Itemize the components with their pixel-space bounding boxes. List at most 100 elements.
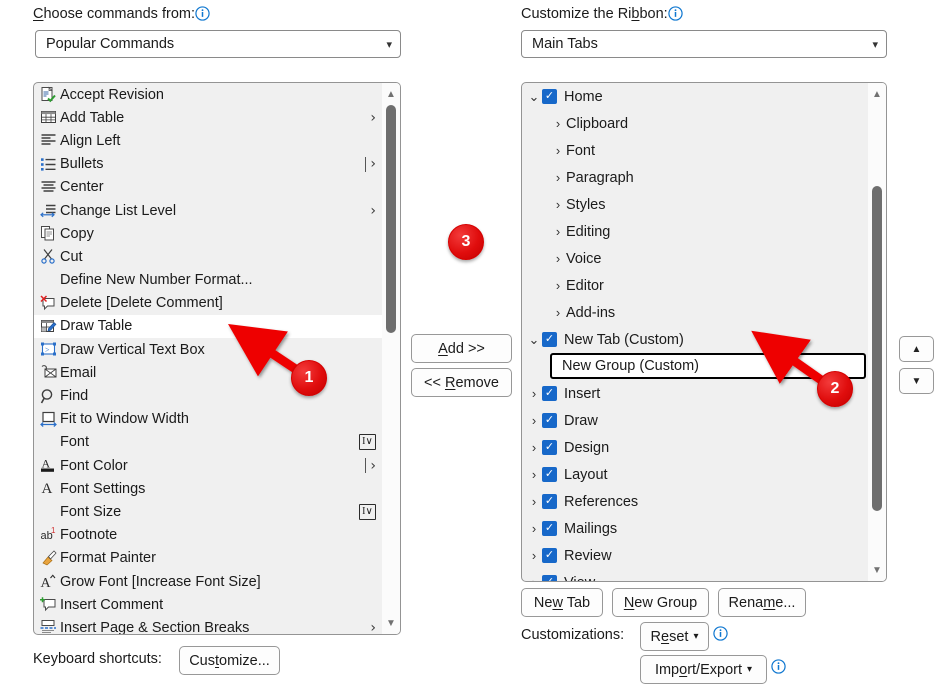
ribbon-group-row[interactable]: ›Font [522, 137, 868, 164]
chevron-down-icon[interactable]: ⌄ [526, 332, 542, 348]
scroll-up-icon[interactable]: ▲ [868, 85, 886, 103]
chevron-down-icon[interactable]: ⌄ [526, 89, 542, 105]
command-list-item[interactable]: Change List Level› [34, 199, 382, 222]
keyboard-customize-button[interactable]: Customize... [179, 646, 280, 675]
command-list-item[interactable]: ab1Footnote [34, 524, 382, 547]
ribbon-tab-checkbox[interactable]: ✓ [542, 521, 557, 536]
ribbon-tab-row[interactable]: ›✓Mailings [522, 515, 868, 542]
ribbon-group-row[interactable]: ›Paragraph [522, 164, 868, 191]
command-list-item[interactable]: Define New Number Format... [34, 269, 382, 292]
choose-commands-from-dropdown[interactable]: Popular Commands ▾ [35, 30, 401, 58]
chevron-right-icon[interactable]: › [526, 494, 542, 509]
info-icon[interactable] [668, 6, 683, 21]
ribbon-tab-checkbox[interactable]: ✓ [542, 467, 557, 482]
chevron-right-icon[interactable]: › [550, 143, 566, 158]
chevron-right-icon[interactable]: › [550, 170, 566, 185]
new-group-button[interactable]: New Group [612, 588, 709, 617]
chevron-right-icon[interactable]: › [550, 251, 566, 266]
commands-list[interactable]: Accept RevisionAdd Table›Align LeftBulle… [34, 83, 382, 634]
chevron-right-icon[interactable]: › [526, 467, 542, 482]
commands-list-scrollbar[interactable]: ▲ ▼ [382, 83, 400, 634]
chevron-right-icon[interactable]: › [526, 413, 542, 428]
command-list-item[interactable]: Center [34, 176, 382, 199]
ribbon-tab-row[interactable]: ›✓View [522, 569, 868, 581]
add-button[interactable]: Add >> [411, 334, 512, 363]
command-list-item[interactable]: Accept Revision [34, 83, 382, 106]
move-down-button[interactable]: ▼ [899, 368, 934, 394]
chevron-right-icon[interactable]: › [526, 386, 542, 401]
ribbon-tree[interactable]: ⌄✓Home›Clipboard›Font›Paragraph›Styles›E… [522, 83, 868, 581]
scrollbar-thumb[interactable] [872, 186, 882, 511]
chevron-right-icon[interactable]: › [526, 575, 542, 581]
ribbon-group-row[interactable]: ›Editing [522, 218, 868, 245]
command-list-item[interactable]: Insert Page & Section Breaks› [34, 616, 382, 634]
command-list-item[interactable]: Email [34, 361, 382, 384]
chevron-right-icon[interactable]: › [550, 224, 566, 239]
ribbon-tab-checkbox[interactable]: ✓ [542, 413, 557, 428]
command-list-item[interactable]: Align Left [34, 129, 382, 152]
ribbon-tab-row[interactable]: ⌄✓New Tab (Custom) [522, 326, 868, 353]
chevron-right-icon[interactable]: › [550, 278, 566, 293]
command-list-item[interactable]: Format Painter [34, 547, 382, 570]
command-list-item[interactable]: Draw Table [34, 315, 382, 338]
chevron-right-icon[interactable]: › [550, 197, 566, 212]
scroll-down-icon[interactable]: ▼ [382, 614, 400, 632]
ribbon-tab-row[interactable]: ›✓Review [522, 542, 868, 569]
group-name-input[interactable]: New Group (Custom) [550, 353, 866, 379]
import-export-button[interactable]: Import/Export ▾ [640, 655, 767, 684]
customize-ribbon-dropdown[interactable]: Main Tabs ▾ [521, 30, 887, 58]
chevron-right-icon[interactable]: › [550, 116, 566, 131]
ribbon-tab-row[interactable]: ›✓Design [522, 434, 868, 461]
command-list-item[interactable]: Bullets› [34, 153, 382, 176]
info-icon[interactable] [195, 6, 210, 21]
command-list-item[interactable]: AFont Settings [34, 477, 382, 500]
ribbon-group-row[interactable]: New Group (Custom) [522, 353, 868, 380]
ribbon-group-row[interactable]: ›Voice [522, 245, 868, 272]
info-icon[interactable] [771, 659, 786, 674]
ribbon-tab-row[interactable]: ⌄✓Home [522, 83, 868, 110]
command-list-item[interactable]: Font SizeI∨ [34, 500, 382, 523]
command-list-item[interactable]: Find [34, 384, 382, 407]
reset-button[interactable]: Reset ▾ [640, 622, 709, 651]
ribbon-tab-checkbox[interactable]: ✓ [542, 494, 557, 509]
command-list-item[interactable]: >Draw Vertical Text Box [34, 338, 382, 361]
ribbon-tab-checkbox[interactable]: ✓ [542, 89, 557, 104]
ribbon-group-row[interactable]: ›Editor [522, 272, 868, 299]
chevron-right-icon[interactable]: › [526, 521, 542, 536]
ribbon-tab-checkbox[interactable]: ✓ [542, 548, 557, 563]
ribbon-tab-row[interactable]: ›✓Draw [522, 407, 868, 434]
command-list-item[interactable]: Cut [34, 245, 382, 268]
command-list-item[interactable]: Insert Comment [34, 593, 382, 616]
ribbon-tree-panel[interactable]: ⌄✓Home›Clipboard›Font›Paragraph›Styles›E… [521, 82, 887, 582]
ribbon-tab-row[interactable]: ›✓References [522, 488, 868, 515]
ribbon-group-row[interactable]: ›Clipboard [522, 110, 868, 137]
scroll-up-icon[interactable]: ▲ [382, 85, 400, 103]
new-tab-button[interactable]: New Tab [521, 588, 603, 617]
scroll-down-icon[interactable]: ▼ [868, 561, 886, 579]
command-list-item[interactable]: AGrow Font [Increase Font Size] [34, 570, 382, 593]
chevron-right-icon[interactable]: › [526, 548, 542, 563]
ribbon-group-row[interactable]: ›Add-ins [522, 299, 868, 326]
chevron-right-icon[interactable]: › [550, 305, 566, 320]
ribbon-tab-checkbox[interactable]: ✓ [542, 332, 557, 347]
rename-button[interactable]: Rename... [718, 588, 806, 617]
ribbon-tab-checkbox[interactable]: ✓ [542, 386, 557, 401]
ribbon-tab-row[interactable]: ›✓Insert [522, 380, 868, 407]
command-list-item[interactable]: FontI∨ [34, 431, 382, 454]
ribbon-tab-row[interactable]: ›✓Layout [522, 461, 868, 488]
commands-list-panel[interactable]: Accept RevisionAdd Table›Align LeftBulle… [33, 82, 401, 635]
command-list-item[interactable]: AFont Color› [34, 454, 382, 477]
remove-button[interactable]: << Remove [411, 368, 512, 397]
command-list-item[interactable]: Add Table› [34, 106, 382, 129]
command-list-item[interactable]: Copy [34, 222, 382, 245]
move-up-button[interactable]: ▲ [899, 336, 934, 362]
scrollbar-thumb[interactable] [386, 105, 396, 333]
ribbon-tab-checkbox[interactable]: ✓ [542, 440, 557, 455]
command-list-item[interactable]: Fit to Window Width [34, 408, 382, 431]
ribbon-group-row[interactable]: ›Styles [522, 191, 868, 218]
command-list-item[interactable]: Delete [Delete Comment] [34, 292, 382, 315]
ribbon-tab-checkbox[interactable]: ✓ [542, 575, 557, 581]
chevron-right-icon[interactable]: › [526, 440, 542, 455]
ribbon-tree-scrollbar[interactable]: ▲ ▼ [868, 83, 886, 581]
info-icon[interactable] [713, 626, 728, 641]
